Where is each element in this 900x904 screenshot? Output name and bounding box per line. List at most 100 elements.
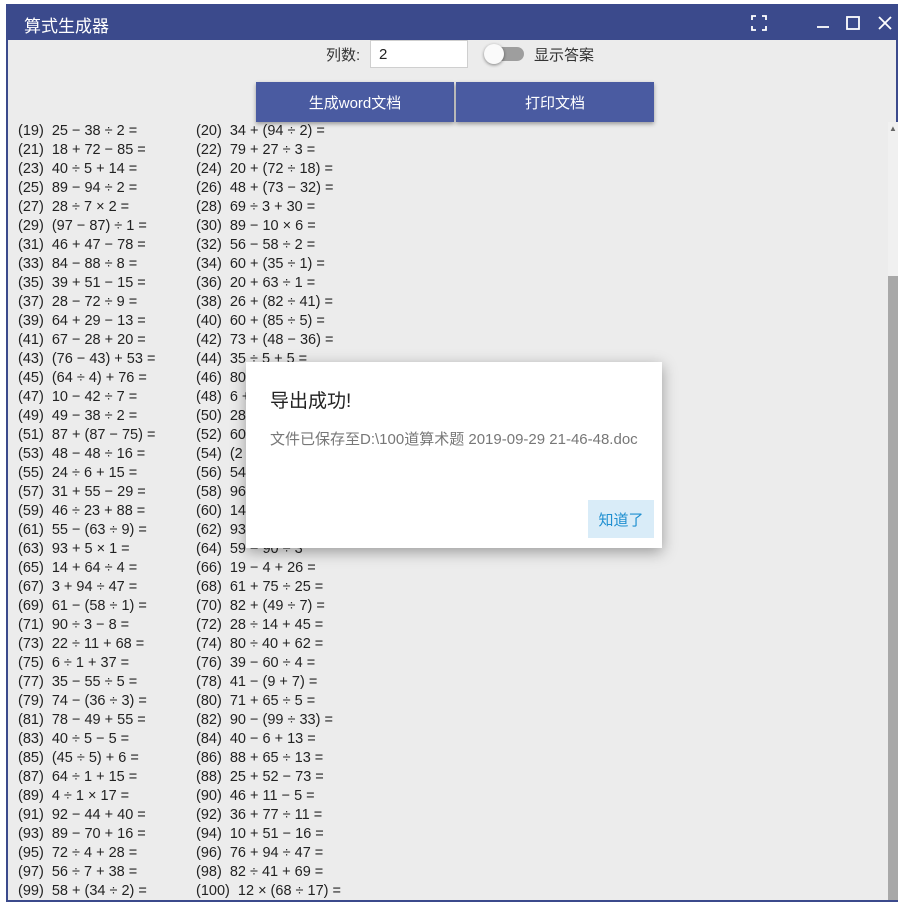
problem-item: (98) 82 ÷ 41 + 69 = xyxy=(196,864,324,880)
problem-item: (38) 26 + (82 ÷ 41) = xyxy=(196,294,333,310)
problem-item: (75) 6 ÷ 1 + 37 = xyxy=(18,655,130,671)
problem-item: (45) (64 ÷ 4) + 76 = xyxy=(18,370,147,386)
problem-item: (65) 14 + 64 ÷ 4 = xyxy=(18,560,138,576)
problem-item: (25) 89 − 94 ÷ 2 = xyxy=(18,180,138,196)
problem-item: (55) 24 ÷ 6 + 15 = xyxy=(18,465,138,481)
problem-item: (47) 10 − 42 ÷ 7 = xyxy=(18,389,138,405)
problem-item: (40) 60 + (85 ÷ 5) = xyxy=(196,313,325,329)
generate-word-button[interactable]: 生成word文档 xyxy=(256,82,454,122)
problem-item: (31) 46 + 47 − 78 = xyxy=(18,237,146,253)
problem-item: (28) 69 ÷ 3 + 30 = xyxy=(196,199,316,215)
problem-item: (34) 60 + (35 ÷ 1) = xyxy=(196,256,325,272)
columns-input[interactable] xyxy=(370,40,468,68)
problem-item: (78) 41 − (9 + 7) = xyxy=(196,674,318,690)
problem-item: (53) 48 − 48 ÷ 16 = xyxy=(18,446,146,462)
problem-item: (97) 56 ÷ 7 + 38 = xyxy=(18,864,138,880)
problem-item: (35) 39 + 51 − 15 = xyxy=(18,275,146,291)
problem-item: (99) 58 + (34 ÷ 2) = xyxy=(18,883,147,899)
vertical-scrollbar[interactable]: ▲ xyxy=(888,122,898,900)
problem-item: (90) 46 + 11 − 5 = xyxy=(196,788,315,804)
problem-item: (85) (45 ÷ 5) + 6 = xyxy=(18,750,139,766)
problem-item: (51) 87 + (87 − 75) = xyxy=(18,427,156,443)
problem-item: (26) 48 + (73 − 32) = xyxy=(196,180,334,196)
problem-item: (68) 61 + 75 ÷ 25 = xyxy=(196,579,324,595)
problem-item: (63) 93 + 5 × 1 = xyxy=(18,541,130,557)
problem-item: (71) 90 ÷ 3 − 8 = xyxy=(18,617,130,633)
problem-item: (76) 39 − 60 ÷ 4 = xyxy=(196,655,316,671)
problem-item: (69) 61 − (58 ÷ 1) = xyxy=(18,598,147,614)
problem-item: (88) 25 + 52 − 73 = xyxy=(196,769,324,785)
problem-item: (82) 90 − (99 ÷ 33) = xyxy=(196,712,333,728)
problem-item: (74) 80 ÷ 40 + 62 = xyxy=(196,636,324,652)
problem-item: (23) 40 ÷ 5 + 14 = xyxy=(18,161,138,177)
scroll-up-arrow-icon[interactable]: ▲ xyxy=(888,124,898,134)
problem-item: (48) 6 + xyxy=(196,389,251,405)
problem-item: (96) 76 + 94 ÷ 47 = xyxy=(196,845,324,861)
problem-item: (67) 3 + 94 ÷ 47 = xyxy=(18,579,138,595)
problem-item: (42) 73 + (48 − 36) = xyxy=(196,332,334,348)
problem-item: (58) 96 xyxy=(196,484,246,500)
problem-item: (86) 88 + 65 ÷ 13 = xyxy=(196,750,324,766)
maximize-icon[interactable] xyxy=(838,8,868,38)
problem-item: (30) 89 − 10 × 6 = xyxy=(196,218,316,234)
problem-item: (21) 18 + 72 − 85 = xyxy=(18,142,146,158)
problem-item: (49) 49 − 38 ÷ 2 = xyxy=(18,408,138,424)
problem-item: (22) 79 + 27 ÷ 3 = xyxy=(196,142,316,158)
problem-item: (91) 92 − 44 + 40 = xyxy=(18,807,146,823)
problem-item: (56) 54 xyxy=(196,465,246,481)
toggle-knob xyxy=(484,44,504,64)
problem-item: (52) 60 xyxy=(196,427,246,443)
problem-item: (24) 20 + (72 ÷ 18) = xyxy=(196,161,333,177)
problem-item: (66) 19 − 4 + 26 = xyxy=(196,560,316,576)
problem-item: (32) 56 − 58 ÷ 2 = xyxy=(196,237,316,253)
problem-item: (29) (97 − 87) ÷ 1 = xyxy=(18,218,147,234)
columns-label: 列数: xyxy=(326,47,361,64)
export-success-dialog: 导出成功! 文件已保存至D:\100道算术题 2019-09-29 21-46-… xyxy=(246,362,662,548)
scroll-thumb[interactable] xyxy=(888,276,898,900)
problem-item: (50) 28 xyxy=(196,408,246,424)
problem-item: (19) 25 − 38 ÷ 2 = xyxy=(18,123,138,139)
problem-item: (33) 84 − 88 ÷ 8 = xyxy=(18,256,138,272)
problem-item: (70) 82 + (49 ÷ 7) = xyxy=(196,598,325,614)
problem-item: (72) 28 ÷ 14 + 45 = xyxy=(196,617,324,633)
show-answers-label: 显示答案 xyxy=(534,47,595,64)
problem-item: (41) 67 − 28 + 20 = xyxy=(18,332,146,348)
title-bar[interactable]: 算式生成器 xyxy=(8,6,896,40)
problem-item: (81) 78 − 49 + 55 = xyxy=(18,712,146,728)
dialog-title: 导出成功! xyxy=(270,391,352,412)
problem-item: (36) 20 + 63 ÷ 1 = xyxy=(196,275,316,291)
problem-item: (100) 12 × (68 ÷ 17) = xyxy=(196,883,341,899)
dialog-ok-button[interactable]: 知道了 xyxy=(588,500,654,538)
problem-item: (89) 4 ÷ 1 × 17 = xyxy=(18,788,130,804)
problem-item: (93) 89 − 70 + 16 = xyxy=(18,826,146,842)
problem-item: (73) 22 ÷ 11 + 68 = xyxy=(18,636,145,652)
problem-item: (92) 36 + 77 ÷ 11 = xyxy=(196,807,323,823)
problem-item: (77) 35 − 55 ÷ 5 = xyxy=(18,674,138,690)
problem-item: (57) 31 + 55 − 29 = xyxy=(18,484,146,500)
dialog-message: 文件已保存至D:\100道算术题 2019-09-29 21-46-48.doc xyxy=(270,431,638,448)
problem-item: (79) 74 − (36 ÷ 3) = xyxy=(18,693,147,709)
problem-item: (59) 46 ÷ 23 + 88 = xyxy=(18,503,146,519)
problem-item: (43) (76 − 43) + 53 = xyxy=(18,351,156,367)
problem-item: (84) 40 − 6 + 13 = xyxy=(196,731,316,747)
problem-item: (39) 64 + 29 − 13 = xyxy=(18,313,146,329)
show-answers-toggle[interactable] xyxy=(484,44,524,64)
problem-item: (62) 93 xyxy=(196,522,246,538)
problem-item: (54) (2 xyxy=(196,446,243,462)
close-icon[interactable] xyxy=(870,8,900,38)
problem-item: (83) 40 ÷ 5 − 5 = xyxy=(18,731,130,747)
problem-item: (94) 10 + 51 − 16 = xyxy=(196,826,324,842)
problem-item: (27) 28 ÷ 7 × 2 = xyxy=(18,199,130,215)
problem-item: (80) 71 + 65 ÷ 5 = xyxy=(196,693,316,709)
problem-item: (87) 64 ÷ 1 + 15 = xyxy=(18,769,138,785)
minimize-icon[interactable] xyxy=(808,8,838,38)
window-title: 算式生成器 xyxy=(24,17,109,36)
problem-item: (61) 55 − (63 ÷ 9) = xyxy=(18,522,147,538)
fullscreen-icon[interactable] xyxy=(744,8,774,38)
problem-item: (37) 28 − 72 ÷ 9 = xyxy=(18,294,138,310)
problem-item: (95) 72 ÷ 4 + 28 = xyxy=(18,845,138,861)
problem-item: (20) 34 + (94 ÷ 2) = xyxy=(196,123,325,139)
problem-item: (46) 80 xyxy=(196,370,246,386)
print-button[interactable]: 打印文档 xyxy=(456,82,654,122)
problem-item: (60) 14 xyxy=(196,503,246,519)
